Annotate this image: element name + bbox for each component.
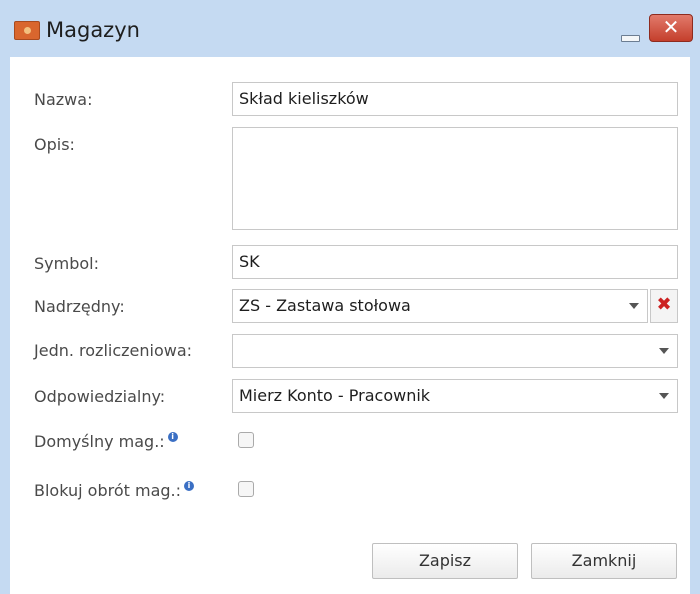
parent-select[interactable]: ZS - Zastawa stołowa <box>232 289 648 323</box>
chevron-down-icon[interactable] <box>659 393 669 399</box>
default-warehouse-label-text: Domyślny mag.: <box>34 432 165 451</box>
block-turnover-checkbox[interactable] <box>238 481 254 497</box>
default-warehouse-checkbox[interactable] <box>238 432 254 448</box>
save-button[interactable]: Zapisz <box>372 543 518 579</box>
description-textarea[interactable] <box>232 127 678 230</box>
app-icon <box>14 21 40 40</box>
name-input[interactable]: Skład kieliszków <box>232 82 678 116</box>
responsible-select[interactable]: Mierz Konto - Pracownik <box>232 379 678 413</box>
unit-select[interactable] <box>232 334 678 368</box>
block-turnover-label-text: Blokuj obrót mag.: <box>34 481 181 500</box>
responsible-select-value: Mierz Konto - Pracownik <box>239 386 431 405</box>
chevron-down-icon[interactable] <box>629 303 639 309</box>
minimize-button[interactable] <box>617 22 643 42</box>
parent-clear-button[interactable]: ✖ <box>650 289 678 323</box>
description-label: Opis: <box>34 135 75 154</box>
window-border-left <box>0 57 10 594</box>
name-label: Nazwa: <box>34 90 93 109</box>
unit-label: Jedn. rozliczeniowa: <box>34 341 193 360</box>
default-warehouse-label: Domyślny mag.: i <box>34 432 178 451</box>
symbol-input[interactable]: SK <box>232 245 678 279</box>
parent-select-value: ZS - Zastawa stołowa <box>239 296 411 315</box>
window-title: Magazyn <box>46 18 140 42</box>
symbol-label: Symbol: <box>34 254 99 273</box>
parent-label: Nadrzędny: <box>34 297 125 316</box>
cancel-button[interactable]: Zamknij <box>531 543 677 579</box>
info-icon[interactable]: i <box>167 432 178 442</box>
window-border-right <box>690 57 700 594</box>
chevron-down-icon[interactable] <box>659 348 669 354</box>
form-panel: Nazwa: Skład kieliszków Opis: Symbol: SK… <box>10 57 690 594</box>
warehouse-dialog: Magazyn ✕ Nazwa: Skład kieliszków Opis: … <box>0 0 700 594</box>
block-turnover-label: Blokuj obrót mag.: i <box>34 481 194 500</box>
title-bar[interactable]: Magazyn ✕ <box>0 0 700 57</box>
responsible-label: Odpowiedzialny: <box>34 387 166 406</box>
info-icon[interactable]: i <box>184 481 194 491</box>
window-close-button[interactable]: ✕ <box>649 14 693 42</box>
